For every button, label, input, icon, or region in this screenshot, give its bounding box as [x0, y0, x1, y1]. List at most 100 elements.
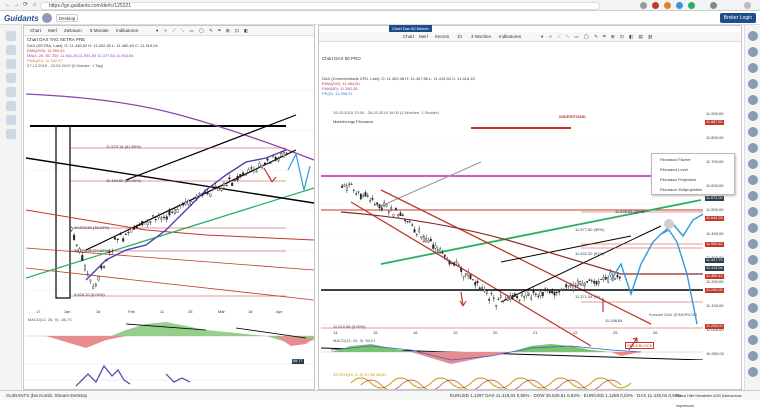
left-legend: DAX (XETRA, Last): O: 11.436,52 H: 11.50…: [27, 43, 158, 68]
toolbar-chart[interactable]: Chart: [401, 33, 416, 41]
fib-label: 9.628,20 (0,00%): [74, 292, 105, 297]
projection-line: [288, 154, 310, 190]
candle-body: [558, 291, 559, 292]
candle-body: [533, 290, 534, 293]
avatar[interactable]: [748, 191, 758, 201]
channel-line: [86, 150, 296, 250]
portfolio-icon[interactable]: [6, 73, 16, 83]
toolbar-interval[interactable]: 1h: [455, 33, 464, 41]
chart-icon[interactable]: [6, 31, 16, 41]
candle-body: [491, 293, 492, 294]
candle-body: [166, 217, 168, 220]
x-tick: 21: [533, 330, 537, 335]
candle-body: [188, 200, 190, 204]
avatar[interactable]: [748, 47, 758, 57]
broker-login-button[interactable]: Broker Login: [720, 13, 756, 23]
reload-icon[interactable]: ⟳: [22, 2, 29, 9]
avatar[interactable]: [748, 63, 758, 73]
extension-icon[interactable]: [640, 2, 647, 9]
toolbar-indicators[interactable]: Indikatoren: [497, 33, 523, 41]
help-icon[interactable]: [6, 129, 16, 139]
extension-icon[interactable]: [688, 2, 695, 9]
avatar[interactable]: [748, 303, 758, 313]
candle-body: [423, 236, 424, 242]
calendar-icon[interactable]: [6, 101, 16, 111]
price-tick: 11.100,00: [706, 303, 724, 308]
price-tick: 11.800,00: [706, 135, 724, 140]
avatar[interactable]: [748, 175, 758, 185]
status-links[interactable]: Status Hilfe Newsletter AGB Datenschutz …: [676, 391, 760, 411]
avatar[interactable]: [748, 31, 758, 41]
right-panel-tab[interactable]: Chart Dax 60 Minute: [389, 25, 432, 32]
right-macd-chart[interactable]: [321, 336, 703, 368]
avatar[interactable]: [748, 111, 758, 121]
settings-icon[interactable]: [6, 115, 16, 125]
candle-body: [278, 159, 280, 161]
target-label: Kursziel DAX (EINDRUCK): [649, 312, 697, 317]
candle-body: [570, 285, 571, 286]
toolbar-merl[interactable]: Merl: [46, 27, 59, 35]
avatar[interactable]: [748, 79, 758, 89]
candle-body: [388, 211, 389, 212]
price-tag: 11.590,62: [705, 242, 724, 247]
price-tick: 11.200,00: [706, 279, 724, 284]
alert-icon[interactable]: [6, 87, 16, 97]
url-bar[interactable]: https://go.guidants.com/de#c/125221: [40, 2, 600, 10]
avatar[interactable]: [748, 95, 758, 105]
candle-body: [444, 255, 445, 257]
candle-body: [374, 205, 375, 206]
avatar[interactable]: [748, 207, 758, 217]
avatar[interactable]: [748, 255, 758, 265]
candle-body: [245, 174, 247, 175]
avatar[interactable]: [748, 367, 758, 377]
watchlist-icon[interactable]: [6, 45, 16, 55]
profile-icon[interactable]: [710, 2, 717, 9]
back-icon[interactable]: ←: [4, 2, 11, 9]
candle-body: [430, 239, 431, 241]
toolbar-range[interactable]: 5 Monate: [88, 27, 111, 35]
extension-icon[interactable]: [664, 2, 671, 9]
avatar[interactable]: [748, 335, 758, 345]
candle-body: [150, 222, 152, 223]
candle-body: [593, 281, 594, 283]
desktop-tab[interactable]: Desktop: [56, 14, 78, 22]
avatar[interactable]: [748, 159, 758, 169]
avatar[interactable]: [748, 223, 758, 233]
candle-body: [598, 281, 599, 283]
toolbar-merl[interactable]: Merl: [417, 33, 430, 41]
avatar[interactable]: [748, 287, 758, 297]
left-macd-chart[interactable]: [26, 316, 314, 356]
candle-body: [537, 296, 538, 297]
extension-icon[interactable]: [676, 2, 683, 9]
toolbar-chart[interactable]: Chart: [28, 27, 43, 35]
news-icon[interactable]: [6, 59, 16, 69]
avatar[interactable]: [42, 13, 52, 23]
avatar[interactable]: [748, 351, 758, 361]
right-price-chart[interactable]: [321, 124, 703, 360]
extension-icon[interactable]: [652, 2, 659, 9]
avatar[interactable]: [748, 271, 758, 281]
forward-icon[interactable]: →: [13, 2, 20, 9]
candle-body: [481, 288, 482, 289]
avatar[interactable]: [748, 319, 758, 329]
toolbar-indicators[interactable]: Indikatoren: [114, 27, 140, 35]
avatar[interactable]: [748, 239, 758, 249]
toolbar-range[interactable]: 3 Wochen: [469, 33, 493, 41]
left-price-chart[interactable]: [26, 70, 314, 310]
left-rsi-chart[interactable]: [26, 356, 314, 388]
right-range-label: 15.03.2019 13:00 - 26.03.2019 16:00 (3 W…: [333, 110, 439, 115]
avatar[interactable]: [748, 127, 758, 137]
right-legend: DAX (Commerzbank CFD, Last): O: 11.402,4…: [322, 76, 475, 96]
candle-body: [158, 216, 160, 218]
right-stoch-chart[interactable]: [321, 369, 703, 389]
avatar[interactable]: [748, 143, 758, 153]
candle-body: [542, 292, 543, 296]
toolbar-kerzen[interactable]: Kerzen: [433, 33, 451, 41]
candle-body: [90, 280, 92, 281]
toolbar-zeitraum[interactable]: Zeitraum: [62, 27, 84, 35]
toolbar-tools[interactable]: ▾ ⊹ ⟋ ⟍ ▭ ◯ ✎ ⌗ ⊞ ⊡ ◧ ▤ ▥: [539, 33, 656, 41]
home-icon[interactable]: ⌂: [31, 2, 38, 9]
candle-body: [523, 296, 524, 297]
toolbar-tools[interactable]: ▾ ⊹ ⟋ ⟍ ▭ ◯ ✎ ⌗ ⊞ ⊡ ◧: [154, 27, 252, 35]
menu-icon[interactable]: [744, 2, 751, 9]
